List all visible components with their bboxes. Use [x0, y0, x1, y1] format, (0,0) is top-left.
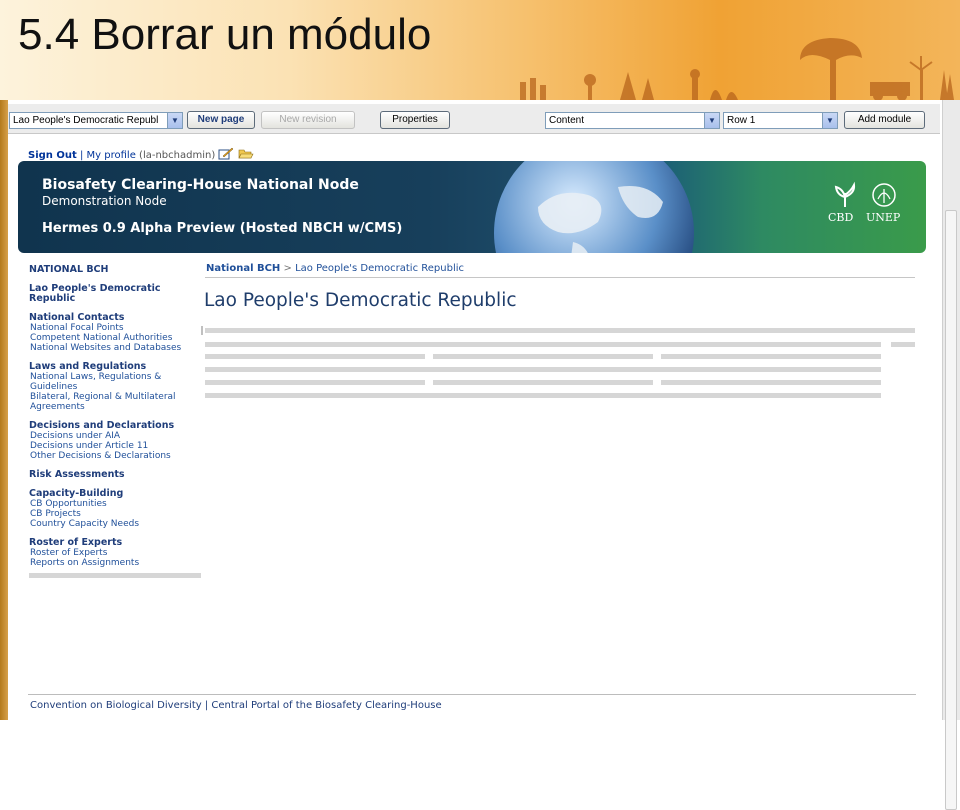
breadcrumb-current[interactable]: Lao People's Democratic Republic	[295, 263, 464, 274]
module-marker	[201, 326, 203, 335]
decorative-silhouettes-image	[520, 38, 954, 100]
globe-image	[494, 161, 694, 253]
sidebar-section-laws[interactable]: Laws and Regulations	[29, 362, 201, 372]
sidebar-link[interactable]: CB Projects	[30, 509, 201, 519]
vertical-scrollbar[interactable]	[942, 100, 960, 810]
folder-open-icon[interactable]	[238, 147, 254, 160]
banner-subtitle: Demonstration Node	[42, 194, 167, 208]
sidebar-section-risk[interactable]: Risk Assessments	[29, 470, 201, 480]
properties-button[interactable]: Properties	[380, 111, 450, 129]
site-banner: Biosafety Clearing-House National Node D…	[18, 161, 926, 253]
country-select[interactable]: Lao People's Democratic Republ ▼	[9, 112, 183, 129]
sidebar-link[interactable]: National Focal Points	[30, 323, 201, 333]
placeholder-line	[205, 328, 915, 333]
sidebar-divider	[29, 573, 201, 578]
sidebar-link[interactable]: Country Capacity Needs	[30, 519, 201, 529]
breadcrumb: National BCH > Lao People's Democratic R…	[206, 263, 464, 274]
chevron-down-icon[interactable]: ▼	[167, 113, 182, 128]
chevron-down-icon[interactable]: ▼	[822, 113, 837, 128]
new-page-button[interactable]: New page	[187, 111, 255, 129]
footer: Convention on Biological Diversity | Cen…	[30, 700, 442, 711]
my-profile-link[interactable]: My profile	[87, 150, 136, 161]
user-bar: Sign Out | My profile (la-nbchadmin)	[28, 147, 254, 161]
sidebar-section-national-contacts[interactable]: National Contacts	[29, 313, 201, 323]
sidebar-header: NATIONAL BCH	[29, 264, 109, 275]
placeholder-line	[891, 342, 915, 347]
placeholder-line	[205, 342, 881, 347]
placeholder-line	[661, 380, 881, 385]
row-select-value: Row 1	[727, 115, 756, 126]
placeholder-line	[205, 393, 881, 398]
sidebar-link[interactable]: Other Decisions & Declarations	[30, 451, 201, 461]
row-select[interactable]: Row 1 ▼	[723, 112, 838, 129]
zone-select[interactable]: Content ▼	[545, 112, 720, 129]
username-label: (la-nbchadmin)	[139, 150, 216, 161]
country-select-value: Lao People's Democratic Republ	[13, 115, 159, 126]
sidebar-nav: NATIONAL BCH Lao People's Democratic Rep…	[29, 265, 201, 578]
banner-title: Biosafety Clearing-House National Node	[42, 177, 359, 193]
cbd-label: CBD	[828, 211, 854, 224]
sidebar-link[interactable]: Decisions under Article 11	[30, 441, 201, 451]
slide-title: 5.4 Borrar un módulo	[18, 10, 432, 59]
placeholder-line	[205, 367, 881, 372]
sidebar-link[interactable]: Competent National Authorities	[30, 333, 201, 343]
breadcrumb-separator: >	[283, 263, 292, 274]
edit-icon[interactable]	[218, 147, 234, 160]
sidebar-link[interactable]: Bilateral, Regional & Multilateral Agree…	[30, 392, 201, 412]
sidebar-link[interactable]: CB Opportunities	[30, 499, 201, 509]
sidebar-section-capacity[interactable]: Capacity-Building	[29, 489, 201, 499]
cms-toolbar: Lao People's Democratic Republ ▼ New pag…	[8, 104, 940, 134]
footer-divider	[28, 694, 916, 695]
sidebar-link[interactable]: Decisions under AIA	[30, 431, 201, 441]
sidebar-section-roster[interactable]: Roster of Experts	[29, 538, 201, 548]
userbar-separator: |	[79, 150, 84, 161]
breadcrumb-root-link[interactable]: National BCH	[206, 263, 280, 274]
breadcrumb-divider	[205, 277, 915, 278]
placeholder-line	[433, 380, 653, 385]
new-revision-button[interactable]: New revision	[261, 111, 355, 129]
cbd-logo-icon	[834, 181, 856, 207]
zone-select-value: Content	[549, 115, 585, 126]
banner-version: Hermes 0.9 Alpha Preview (Hosted NBCH w/…	[42, 221, 403, 236]
unep-logo-icon	[872, 183, 896, 207]
slide-header: 5.4 Borrar un módulo	[0, 0, 960, 100]
sidebar-link[interactable]: National Laws, Regulations & Guidelines	[30, 372, 201, 392]
sidebar-link[interactable]: National Websites and Databases	[30, 343, 201, 353]
placeholder-line	[661, 354, 881, 359]
unep-label: UNEP	[866, 211, 901, 224]
sidebar-link[interactable]: Reports on Assignments	[30, 558, 201, 568]
add-module-button[interactable]: Add module	[844, 111, 925, 129]
placeholder-line	[205, 380, 425, 385]
scrollbar-thumb[interactable]	[945, 210, 957, 810]
sidebar-section-decisions[interactable]: Decisions and Declarations	[29, 421, 201, 431]
sign-out-link[interactable]: Sign Out	[28, 150, 77, 161]
sidebar-link[interactable]: Roster of Experts	[30, 548, 201, 558]
chevron-down-icon[interactable]: ▼	[704, 113, 719, 128]
sidebar-item-country[interactable]: Lao People's Democratic Republic	[29, 284, 201, 304]
placeholder-line	[433, 354, 653, 359]
frame-border	[0, 100, 8, 720]
placeholder-line	[205, 354, 425, 359]
page-title: Lao People's Democratic Republic	[204, 290, 517, 311]
